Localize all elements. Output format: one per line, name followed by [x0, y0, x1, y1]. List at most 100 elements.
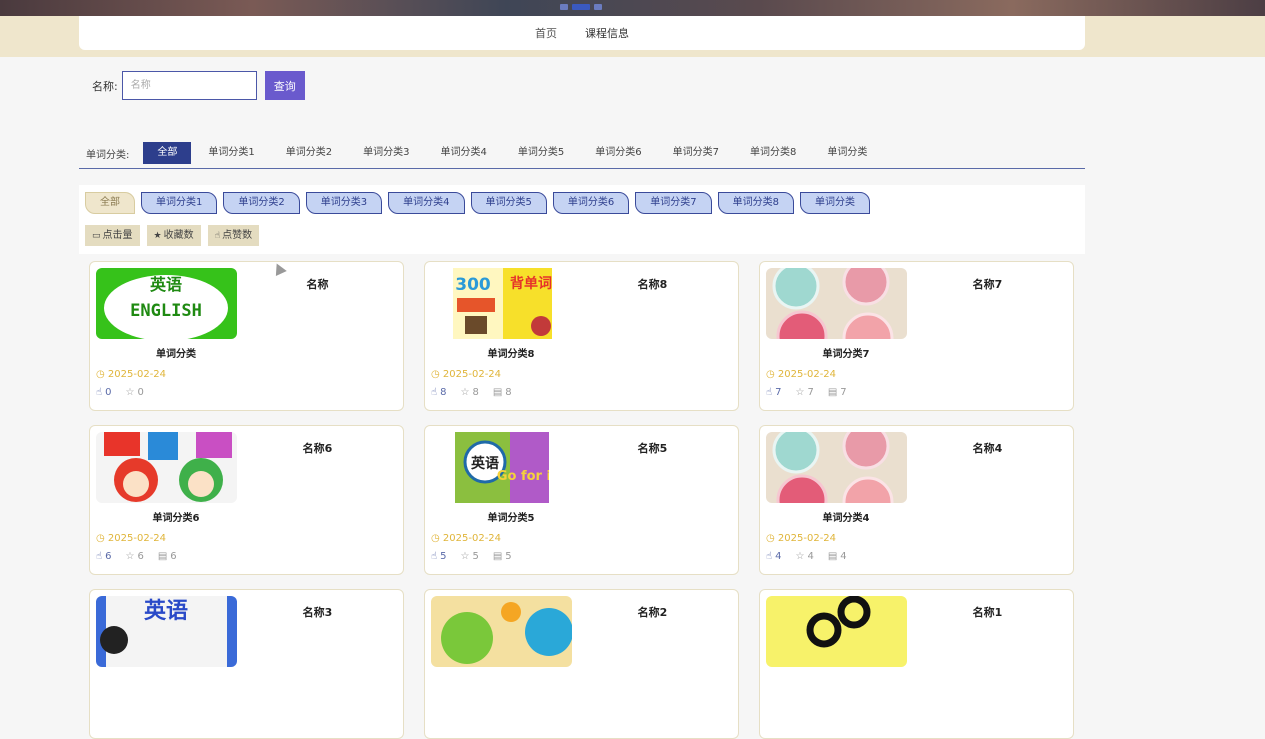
card-views-value: 7: [840, 387, 847, 398]
card-category: 单词分类6: [152, 513, 200, 524]
tab-category-4[interactable]: 单词分类4: [427, 142, 501, 164]
carousel-dots[interactable]: [560, 4, 602, 10]
thumbs-up-icon: ☝: [431, 387, 438, 398]
card-title: 名称2: [637, 606, 668, 619]
card-stars: ☆ 4: [795, 551, 813, 562]
card-views: ▤ 4: [828, 551, 847, 562]
chip-category-8[interactable]: 单词分类8: [717, 192, 794, 214]
word-card[interactable]: 英语 名称3: [89, 589, 404, 739]
card-thumbnail[interactable]: [96, 432, 237, 503]
card-thumbnail[interactable]: 英语 Go for it: [455, 432, 549, 503]
word-card[interactable]: 英语 Go for it 名称5 单词分类5 ◷ 2025-02-24 ☝5 ☆…: [424, 425, 739, 575]
card-thumbnail[interactable]: 英语: [96, 596, 237, 667]
tab-all[interactable]: 全部: [143, 142, 192, 164]
english-go-image: 英语 Go for it: [455, 432, 549, 503]
card-stars-value: 6: [137, 551, 144, 562]
thumb-go-badge: 英语: [470, 455, 499, 472]
word-card[interactable]: 名称2: [424, 589, 739, 739]
carousel-dot[interactable]: [594, 4, 602, 10]
search-button[interactable]: 查询: [264, 71, 305, 100]
card-thumbnail[interactable]: [766, 596, 907, 667]
carousel-dot-active[interactable]: [572, 4, 590, 10]
card-date-value: 2025-02-24: [442, 369, 502, 380]
document-icon: ▤: [492, 551, 503, 562]
tab-category-2[interactable]: 单词分类2: [272, 142, 346, 164]
document-icon: ▤: [492, 387, 503, 398]
search-label: 名称:: [92, 79, 118, 93]
word-card[interactable]: 英语 ENGLISH 名称 单词分类 ◷ 2025-02-24 ☝ 0 ☆ 0: [89, 261, 404, 411]
card-stars: ☆ 7: [795, 387, 813, 398]
card-likes: ☝ 8: [431, 387, 446, 398]
card-likes: ☝ 0: [96, 387, 111, 398]
card-date-value: 2025-02-24: [777, 369, 837, 380]
card-views: ▤ 8: [493, 387, 512, 398]
card-stars: ☆ 6: [125, 551, 143, 562]
card-likes-value: 6: [105, 551, 112, 562]
chip-category[interactable]: 单词分类: [800, 192, 870, 214]
thumb-icon: ☝: [214, 231, 221, 241]
chip-category-2[interactable]: 单词分类2: [223, 192, 300, 214]
sort-likes-button[interactable]: ☝ 点赞数: [207, 225, 260, 246]
card-thumbnail[interactable]: [431, 596, 572, 667]
thumbs-up-icon: ☝: [766, 387, 773, 398]
clock-icon: ◷: [431, 533, 443, 544]
chip-all[interactable]: 全部: [85, 192, 135, 214]
card-title: 名称4: [972, 442, 1003, 455]
card-category: 单词分类5: [487, 513, 535, 524]
tab-category-8[interactable]: 单词分类8: [736, 142, 810, 164]
card-likes: ☝ 6: [96, 551, 111, 562]
tab-category-5[interactable]: 单词分类5: [504, 142, 578, 164]
thumb-book-300: 300: [455, 275, 491, 295]
card-views-value: 6: [170, 551, 177, 562]
star-outline-icon: ☆: [460, 387, 470, 398]
abc-kids-image: [96, 432, 237, 503]
nav-home-link[interactable]: 首页: [535, 25, 557, 41]
sort-favorites-label: 收藏数: [163, 230, 194, 241]
sort-clicks-button[interactable]: ▭ 点击量: [85, 225, 140, 246]
chip-category-1[interactable]: 单词分类1: [141, 192, 218, 214]
card-views-value: 4: [840, 551, 847, 562]
tab-category-7[interactable]: 单词分类7: [659, 142, 733, 164]
star-outline-icon: ☆: [795, 387, 805, 398]
tab-category-3[interactable]: 单词分类3: [349, 142, 423, 164]
card-date-value: 2025-02-24: [442, 533, 502, 544]
card-thumbnail[interactable]: [766, 268, 907, 339]
tab-category-1[interactable]: 单词分类1: [194, 142, 268, 164]
card-stars-value: 0: [137, 387, 144, 398]
chip-category-7[interactable]: 单词分类7: [635, 192, 712, 214]
word-card[interactable]: 300 背单词 名称8 单词分类8 ◷ 2025-02-24 ☝ 8 ☆ 8 ▤ 8: [424, 261, 739, 411]
clock-icon: ◷: [766, 369, 778, 380]
tab-category-6[interactable]: 单词分类6: [581, 142, 655, 164]
carousel-dot[interactable]: [560, 4, 568, 10]
eye-icon: ▭: [92, 231, 101, 241]
card-date: ◷ 2025-02-24: [431, 533, 501, 544]
word-card[interactable]: 名称6 单词分类6 ◷ 2025-02-24 ☝ 6 ☆ 6 ▤ 6: [89, 425, 404, 575]
card-thumbnail[interactable]: 英语 ENGLISH: [96, 268, 237, 339]
card-stats: ☝ 0 ☆ 0: [96, 387, 144, 398]
card-views: ▤ 6: [158, 551, 177, 562]
thumb-go-text: Go for it: [497, 469, 549, 484]
card-likes: ☝ 7: [766, 387, 781, 398]
document-icon: ▤: [827, 387, 838, 398]
card-stars-value: 4: [807, 551, 814, 562]
chip-category-3[interactable]: 单词分类3: [305, 192, 383, 214]
chip-category-6[interactable]: 单词分类6: [552, 192, 630, 214]
sort-favorites-button[interactable]: ★ 收藏数: [146, 225, 201, 246]
chip-category-4[interactable]: 单词分类4: [388, 192, 465, 214]
card-thumbnail[interactable]: 300 背单词: [453, 268, 552, 339]
thumbs-up-icon: ☝: [431, 551, 438, 562]
nav-courses-link[interactable]: 课程信息: [585, 25, 629, 41]
tab-category[interactable]: 单词分类: [813, 142, 881, 164]
category-tabs-label: 单词分类:: [86, 149, 130, 161]
card-views-value: 8: [505, 387, 512, 398]
search-input[interactable]: [121, 71, 257, 100]
sort-likes-label: 点赞数: [222, 230, 253, 241]
word-card[interactable]: 名称7 单词分类7 ◷ 2025-02-24 ☝ 7 ☆ 7 ▤ 7: [759, 261, 1074, 411]
chip-category-5[interactable]: 单词分类5: [470, 192, 547, 214]
word-card[interactable]: 名称4 单词分类4 ◷ 2025-02-24 ☝ 4 ☆ 4 ▤ 4: [759, 425, 1074, 575]
word-card[interactable]: 名称1: [759, 589, 1074, 739]
card-stars: ☆ 5: [460, 551, 478, 562]
card-thumbnail[interactable]: [766, 432, 907, 503]
card-views: ▤ 7: [828, 387, 847, 398]
document-icon: ▤: [157, 551, 168, 562]
